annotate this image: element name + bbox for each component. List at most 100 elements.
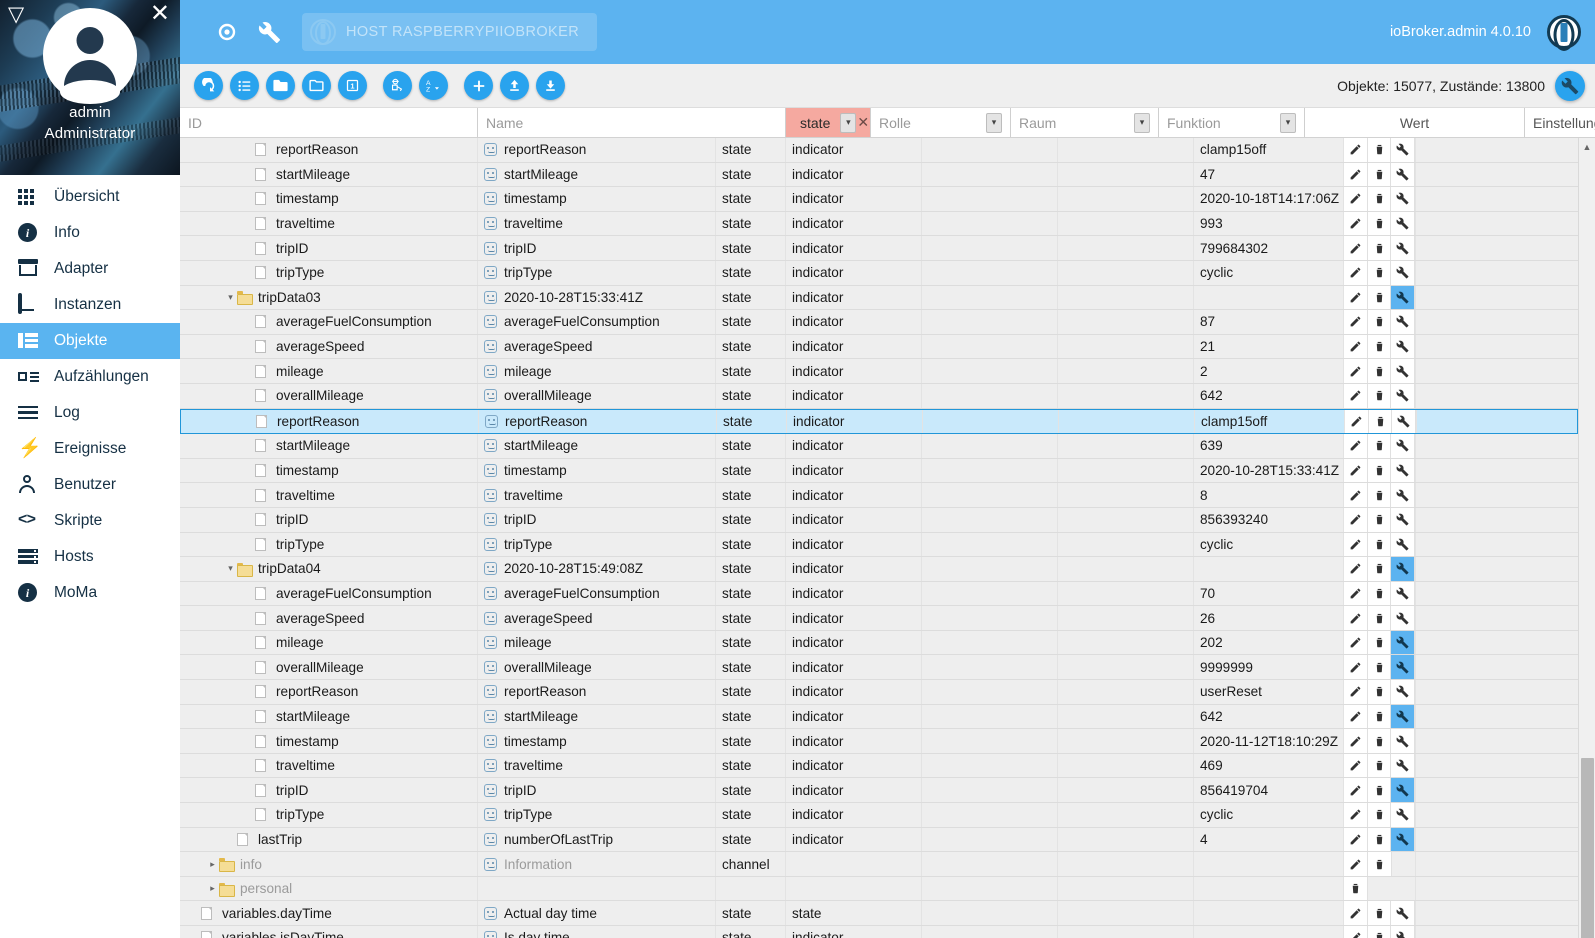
object-settings-button[interactable] [1391, 901, 1415, 925]
list-icon[interactable] [230, 71, 259, 100]
object-settings-button[interactable] [1391, 236, 1415, 260]
edit-object-button[interactable] [1344, 211, 1368, 236]
sidebar-item-aufzaehlungen[interactable]: Aufzählungen [0, 359, 180, 395]
delete-object-button[interactable] [1367, 334, 1392, 359]
sidebar-item-objekte[interactable]: Objekte [0, 323, 180, 359]
delete-object-button[interactable] [1368, 409, 1393, 434]
object-settings-button[interactable] [1391, 827, 1415, 852]
folder-outline-icon[interactable] [302, 71, 331, 100]
filter-room[interactable]: Raum ▾ [1011, 108, 1159, 137]
object-settings-button[interactable] [1391, 383, 1415, 408]
table-row[interactable]: averageSpeed averageSpeed state indicator 21 [180, 334, 1578, 360]
edit-object-button[interactable] [1344, 162, 1368, 187]
table-row[interactable]: tripType tripType state indicator cyclic [180, 803, 1578, 828]
object-settings-button[interactable] [1391, 434, 1415, 458]
table-row[interactable]: averageFuelConsumption averageFuelConsump… [180, 581, 1578, 607]
edit-object-button[interactable] [1344, 310, 1368, 334]
chevron-down-icon[interactable]: ▾ [224, 563, 237, 574]
delete-object-button[interactable] [1367, 260, 1392, 285]
close-icon[interactable]: ✕ [150, 2, 170, 26]
table-row[interactable]: startMileage startMileage state indicator 63… [180, 434, 1578, 459]
object-settings-button[interactable] [1391, 162, 1415, 187]
object-settings-button[interactable] [1391, 680, 1415, 704]
edit-object-button[interactable] [1344, 753, 1368, 778]
settings-wrench-icon[interactable] [1555, 70, 1585, 101]
sidebar-item-instanzen[interactable]: Instanzen [0, 287, 180, 323]
delete-object-button[interactable] [1367, 655, 1392, 680]
edit-object-button[interactable] [1344, 803, 1368, 827]
sidebar-item-adapter[interactable]: Adapter [0, 251, 180, 287]
chevron-right-icon[interactable]: ▸ [206, 859, 219, 870]
table-row[interactable]: variables.dayTime Actual day time state sta… [180, 901, 1578, 926]
object-settings-button[interactable] [1391, 285, 1415, 310]
delete-object-button[interactable] [1367, 162, 1392, 187]
table-row[interactable]: traveltime traveltime state indicator 8 [180, 483, 1578, 508]
delete-object-button[interactable] [1367, 138, 1392, 162]
object-settings-button[interactable] [1391, 581, 1415, 606]
folder-filled-icon[interactable] [266, 71, 295, 100]
chevron-down-icon[interactable]: ▾ [1280, 112, 1296, 133]
sidebar-item-uebersicht[interactable]: Übersicht [0, 179, 180, 215]
table-row[interactable]: overallMileage overallMileage state indicat… [180, 655, 1578, 681]
chevron-down-icon[interactable]: ▾ [986, 112, 1002, 133]
delete-object-button[interactable] [1367, 310, 1392, 334]
edit-object-button[interactable] [1344, 606, 1368, 630]
table-row[interactable]: mileage mileage state indicator 2 [180, 359, 1578, 384]
filter-id[interactable]: ID [180, 108, 478, 137]
object-settings-button[interactable] [1391, 704, 1415, 729]
edit-object-button[interactable] [1344, 729, 1368, 753]
delete-object-button[interactable] [1367, 803, 1392, 827]
upload-icon[interactable] [500, 71, 529, 100]
edit-object-button[interactable] [1344, 655, 1368, 680]
table-row[interactable]: ▸ info Information channel [180, 852, 1578, 877]
chevron-down-icon[interactable]: ▾ [1134, 112, 1150, 133]
table-row[interactable]: tripType tripType state indicator cyclic [180, 260, 1578, 286]
object-settings-button[interactable] [1391, 630, 1415, 655]
delete-object-button[interactable] [1367, 606, 1392, 630]
clear-type-filter-icon[interactable]: ✕ [856, 114, 870, 131]
object-settings-button[interactable] [1391, 557, 1415, 581]
object-settings-button[interactable] [1391, 211, 1415, 236]
edit-object-button[interactable] [1344, 434, 1368, 458]
table-row[interactable]: startMileage startMileage state indicator 47 [180, 162, 1578, 188]
scrollbar-thumb[interactable] [1581, 758, 1594, 938]
delete-object-button[interactable] [1367, 680, 1392, 704]
table-row[interactable]: lastTrip numberOfLastTrip state indicator 4 [180, 827, 1578, 853]
object-settings-button[interactable] [1391, 606, 1415, 630]
table-row[interactable]: reportReason reportReason state indicator cl… [180, 138, 1578, 163]
table-row[interactable]: timestamp timestamp state indicator 2020-11-… [180, 729, 1578, 754]
chevron-up-icon[interactable]: ▲ [1579, 138, 1595, 155]
filter-type[interactable]: state ▾ ✕ [786, 108, 871, 137]
delete-object-button[interactable] [1367, 434, 1392, 458]
delete-object-button[interactable] [1367, 383, 1392, 408]
chevron-down-icon[interactable]: ▾ [840, 112, 857, 133]
delete-object-button[interactable] [1367, 532, 1392, 557]
edit-object-button[interactable] [1344, 704, 1368, 729]
edit-object-button[interactable] [1344, 852, 1368, 876]
delete-object-button[interactable] [1367, 581, 1392, 606]
delete-object-button[interactable] [1367, 753, 1392, 778]
edit-object-button[interactable] [1345, 409, 1369, 434]
table-row[interactable]: reportReason reportReason state indicator cl… [180, 408, 1578, 435]
edit-object-button[interactable] [1344, 483, 1368, 507]
edit-object-button[interactable] [1344, 507, 1368, 532]
wrench-icon[interactable] [248, 11, 290, 53]
host-selector-chip[interactable]: host raspberrypiiobroker [302, 13, 598, 51]
collapse-triangle-icon[interactable]: ▽ [8, 4, 24, 25]
filter-function[interactable]: Funktion ▾ [1159, 108, 1305, 137]
edit-object-button[interactable] [1344, 532, 1368, 557]
object-settings-button[interactable] [1391, 483, 1415, 507]
delete-object-button[interactable] [1344, 876, 1368, 901]
sidebar-item-benutzer[interactable]: Benutzer [0, 467, 180, 503]
number-one-icon[interactable]: 1 [338, 71, 367, 100]
delete-object-button[interactable] [1367, 557, 1392, 581]
delete-object-button[interactable] [1367, 458, 1392, 483]
object-settings-button[interactable] [1391, 655, 1415, 680]
chevron-down-icon[interactable]: ▾ [224, 292, 237, 303]
delete-object-button[interactable] [1367, 704, 1392, 729]
delete-object-button[interactable] [1367, 926, 1392, 938]
object-settings-button[interactable] [1391, 803, 1415, 827]
object-settings-button[interactable] [1391, 532, 1415, 557]
edit-object-button[interactable] [1344, 581, 1368, 606]
delete-object-button[interactable] [1367, 211, 1392, 236]
